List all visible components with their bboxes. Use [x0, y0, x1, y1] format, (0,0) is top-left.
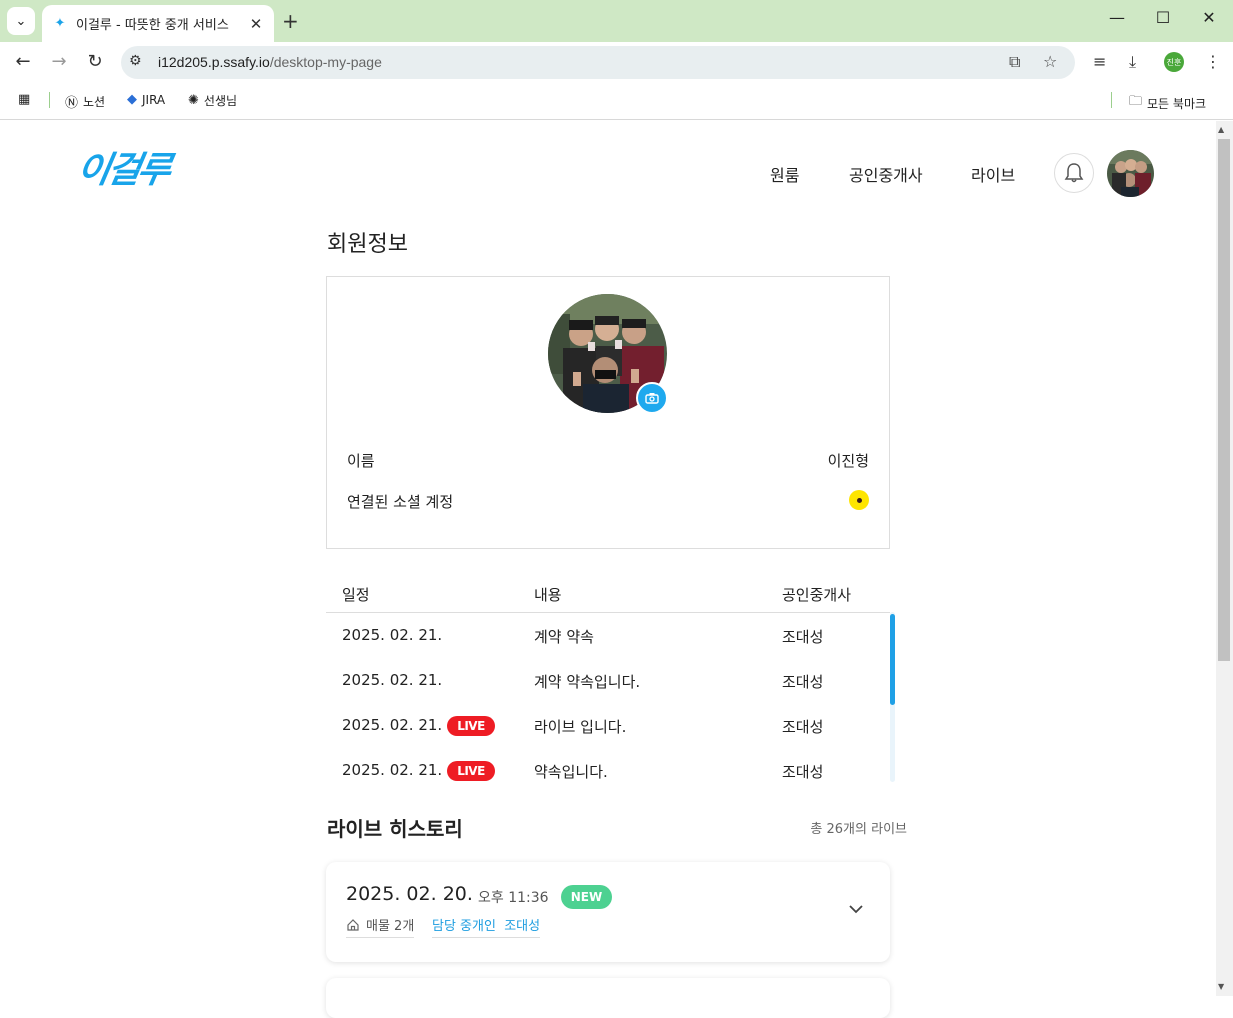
home-icon [347, 918, 359, 931]
name-value: 이진형 [827, 452, 869, 470]
notification-button[interactable] [1054, 153, 1094, 193]
openai-icon: ✺ [188, 93, 199, 108]
download-icon[interactable]: ⤓ [1129, 52, 1136, 72]
assigned-agent: 담당 중개인 조대성 [432, 915, 541, 938]
window-close-icon[interactable]: ✕ [1199, 8, 1219, 27]
apps-icon[interactable]: ▦ [18, 92, 30, 107]
live-history-title: 라이브 히스토리 [327, 817, 463, 841]
page-title: 회원정보 [327, 232, 408, 257]
folder-icon: 🗀 [1129, 94, 1143, 109]
schedule-date: 2025. 02. 21. [342, 626, 443, 644]
live-history-card[interactable] [326, 862, 890, 962]
expand-chevron-icon[interactable] [848, 898, 864, 919]
scroll-up-icon[interactable]: ▲ [1218, 125, 1224, 134]
live-history-count: 총 26개의 라이브 [810, 822, 907, 837]
tab-title: 이걸루 - 따뜻한 중개 서비스 [76, 18, 229, 33]
new-tab-icon[interactable]: + [282, 9, 299, 33]
camera-icon [645, 393, 659, 404]
new-badge: NEW [561, 885, 612, 909]
social-account-label: 연결된 소셜 계정 [347, 493, 454, 511]
user-avatar[interactable] [1107, 150, 1154, 197]
change-photo-button[interactable] [636, 382, 668, 414]
tab-search-button[interactable]: ⌄ [7, 7, 35, 35]
jira-icon: ◆ [127, 92, 137, 107]
address-bar[interactable]: ⚙ i12d205.p.ssafy.io/desktop-my-page ⧉ ☆ [121, 46, 1075, 79]
favicon-icon: ✦ [54, 16, 66, 31]
close-icon[interactable]: ✕ [248, 15, 264, 33]
forward-icon[interactable]: → [48, 51, 70, 72]
nav-live[interactable]: 라이브 [971, 162, 1015, 186]
schedule-content[interactable]: 약속입니다. [534, 761, 608, 782]
schedule-content[interactable]: 계약 약속입니다. [534, 671, 640, 692]
back-icon[interactable]: ← [12, 51, 34, 72]
browser-tab[interactable]: ✦ 이걸루 - 따뜻한 중개 서비스 ✕ [42, 5, 274, 42]
kakao-icon [849, 490, 869, 510]
reload-icon[interactable]: ↻ [84, 51, 106, 72]
schedule-agent: 조대성 [782, 718, 824, 736]
bell-icon [1064, 163, 1084, 183]
nav-agents[interactable]: 공인중개사 [849, 162, 923, 186]
schedule-scroll-thumb[interactable] [890, 614, 895, 705]
nav-oneroom[interactable]: 원룸 [770, 162, 799, 186]
schedule-agent: 조대성 [782, 628, 824, 646]
live-history-time: 오후 11:36 [478, 890, 549, 906]
bookmarks-bar [0, 84, 1233, 120]
page-scroll-thumb[interactable] [1218, 139, 1230, 661]
property-count: 매물 2개 [346, 915, 415, 938]
media-icon[interactable]: ≡ [1093, 52, 1106, 71]
schedule-date: 2025. 02. 21. [342, 761, 443, 779]
live-badge[interactable]: LIVE [447, 761, 495, 781]
maximize-icon[interactable]: ☐ [1153, 8, 1173, 27]
schedule-agent: 조대성 [782, 763, 824, 781]
schedule-header-date: 일정 [342, 586, 370, 604]
live-history-card[interactable] [326, 978, 890, 1018]
scroll-down-icon[interactable]: ▼ [1218, 982, 1224, 991]
schedule-divider [326, 612, 890, 613]
live-history-date: 2025. 02. 20. [346, 883, 473, 905]
bookmark-separator [49, 92, 50, 108]
schedule-content[interactable]: 라이브 입니다. [534, 716, 626, 737]
profile-avatar[interactable]: 진훈 [1164, 52, 1184, 72]
schedule-date: 2025. 02. 21. [342, 671, 443, 689]
site-info-icon[interactable]: ⚙ [129, 53, 142, 69]
menu-icon[interactable]: ⋮ [1205, 52, 1221, 71]
translate-icon[interactable]: ⧉ [1009, 52, 1020, 72]
star-icon[interactable]: ☆ [1043, 52, 1057, 71]
schedule-agent: 조대성 [782, 673, 824, 691]
notion-icon: Ⓝ [65, 96, 79, 111]
schedule-date: 2025. 02. 21. [342, 716, 443, 734]
bookmark-teacher[interactable]: ✺ 선생님 [188, 92, 237, 109]
schedule-header-content: 내용 [534, 586, 562, 604]
bookmark-notion[interactable]: Ⓝ 노션 [65, 92, 105, 111]
schedule-header-agent: 공인중개사 [782, 586, 852, 604]
site-logo[interactable]: 이걸루 [73, 141, 173, 193]
chevron-down-icon: ⌄ [15, 13, 27, 29]
minimize-icon[interactable]: — [1107, 8, 1127, 27]
name-label: 이름 [347, 452, 375, 470]
bookmark-separator [1111, 92, 1112, 108]
bookmark-jira[interactable]: ◆ JIRA [127, 92, 165, 107]
schedule-content[interactable]: 계약 약속 [534, 626, 594, 647]
all-bookmarks[interactable]: 🗀 모든 북마크 [1129, 92, 1206, 114]
live-badge[interactable]: LIVE [447, 716, 495, 736]
url-text[interactable]: i12d205.p.ssafy.io/desktop-my-page [158, 54, 382, 70]
